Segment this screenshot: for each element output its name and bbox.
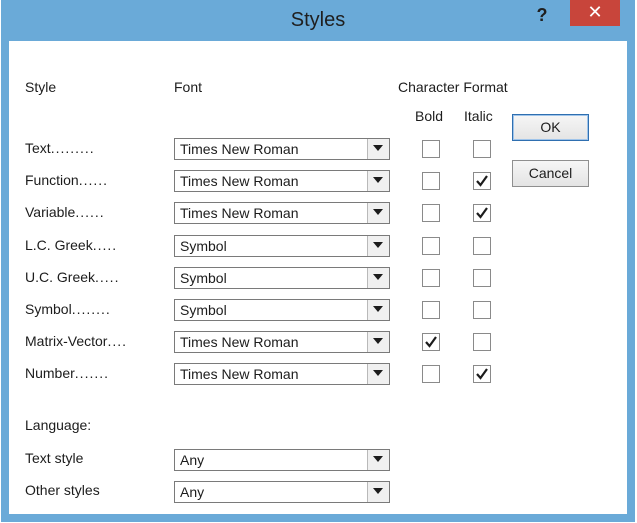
font-column-header: Font [174, 79, 203, 95]
chevron-down-icon[interactable] [367, 203, 389, 223]
leader-dots: ...... [78, 172, 109, 188]
style-label: Variable...... [25, 204, 105, 220]
leader-dots: ..... [95, 269, 120, 285]
italic-checkbox[interactable] [473, 333, 491, 351]
style-name: U.C. Greek [25, 269, 96, 285]
leader-dots: ........ [71, 301, 111, 317]
other-styles-value: Any [180, 484, 205, 500]
style-name: Number [25, 365, 75, 381]
font-value: Symbol [180, 238, 227, 254]
leader-dots: .... [107, 333, 128, 349]
italic-checkbox[interactable] [473, 237, 491, 255]
other-styles-label: Other styles [25, 482, 100, 498]
checkmark-icon [425, 336, 437, 348]
font-value: Times New Roman [180, 334, 299, 350]
italic-checkbox[interactable] [473, 365, 491, 383]
styles-dialog: Styles ? ✕ Style Font Character Format B… [1, 0, 635, 522]
cancel-button[interactable]: Cancel [512, 160, 589, 187]
style-name: Symbol [25, 301, 72, 317]
style-label: Symbol........ [25, 301, 111, 317]
style-name: L.C. Greek [25, 237, 93, 253]
font-dropdown[interactable]: Symbol [174, 299, 390, 321]
style-column-header: Style [25, 79, 57, 95]
font-dropdown[interactable]: Times New Roman [174, 331, 390, 353]
style-name: Variable [25, 204, 76, 220]
close-button[interactable]: ✕ [570, 0, 620, 26]
italic-checkbox[interactable] [473, 172, 491, 190]
bold-checkbox[interactable] [422, 333, 440, 351]
font-value: Times New Roman [180, 141, 299, 157]
leader-dots: ..... [92, 237, 118, 253]
other-styles-dropdown[interactable]: Any [174, 481, 390, 503]
bold-checkbox[interactable] [422, 140, 440, 158]
chevron-down-icon[interactable] [367, 171, 389, 191]
font-dropdown[interactable]: Symbol [174, 267, 390, 289]
text-style-value: Any [180, 452, 205, 468]
style-label: Text......... [25, 140, 95, 156]
italic-column-header: Italic [464, 108, 493, 124]
chevron-down-icon[interactable] [367, 482, 389, 502]
bold-checkbox[interactable] [422, 237, 440, 255]
text-style-label: Text style [25, 450, 84, 466]
chevron-down-icon[interactable] [367, 268, 389, 288]
bold-checkbox[interactable] [422, 172, 440, 190]
italic-checkbox[interactable] [473, 301, 491, 319]
title-bar[interactable]: Styles ? ✕ [1, 0, 635, 41]
bold-checkbox[interactable] [422, 269, 440, 287]
style-label: L.C. Greek..... [25, 237, 117, 253]
leader-dots: ....... [74, 365, 110, 381]
font-dropdown[interactable]: Times New Roman [174, 170, 390, 192]
ok-button[interactable]: OK [512, 114, 589, 141]
font-value: Times New Roman [180, 366, 299, 382]
style-label: U.C. Greek..... [25, 269, 119, 285]
language-label: Language: [25, 417, 92, 433]
checkmark-icon [476, 207, 488, 219]
font-value: Times New Roman [180, 205, 299, 221]
chevron-down-icon[interactable] [367, 364, 389, 384]
font-dropdown[interactable]: Times New Roman [174, 363, 390, 385]
font-value: Times New Roman [180, 173, 299, 189]
chevron-down-icon[interactable] [367, 332, 389, 352]
style-label: Number....... [25, 365, 109, 381]
style-name: Matrix-Vector [25, 333, 108, 349]
bold-column-header: Bold [415, 108, 444, 124]
style-label: Matrix-Vector.... [25, 333, 127, 349]
font-dropdown[interactable]: Symbol [174, 235, 390, 257]
chevron-down-icon[interactable] [367, 300, 389, 320]
style-name: Function [25, 172, 79, 188]
italic-checkbox[interactable] [473, 269, 491, 287]
style-label: Function...... [25, 172, 108, 188]
italic-checkbox[interactable] [473, 140, 491, 158]
bold-checkbox[interactable] [422, 301, 440, 319]
font-dropdown[interactable]: Times New Roman [174, 202, 390, 224]
leader-dots: ...... [75, 204, 105, 220]
help-button[interactable]: ? [524, 0, 560, 32]
text-style-dropdown[interactable]: Any [174, 449, 390, 471]
leader-dots: ......... [50, 140, 95, 156]
checkmark-icon [476, 175, 488, 187]
bold-checkbox[interactable] [422, 365, 440, 383]
dialog-body: Style Font Character Format Bold Italic … [9, 41, 627, 514]
font-value: Symbol [180, 270, 227, 286]
italic-checkbox[interactable] [473, 204, 491, 222]
font-value: Symbol [180, 302, 227, 318]
chevron-down-icon[interactable] [367, 236, 389, 256]
chevron-down-icon[interactable] [367, 139, 389, 159]
checkmark-icon [476, 368, 488, 380]
character-format-header: Character Format [398, 79, 508, 95]
style-name: Text [25, 140, 51, 156]
font-dropdown[interactable]: Times New Roman [174, 138, 390, 160]
chevron-down-icon[interactable] [367, 450, 389, 470]
bold-checkbox[interactable] [422, 204, 440, 222]
